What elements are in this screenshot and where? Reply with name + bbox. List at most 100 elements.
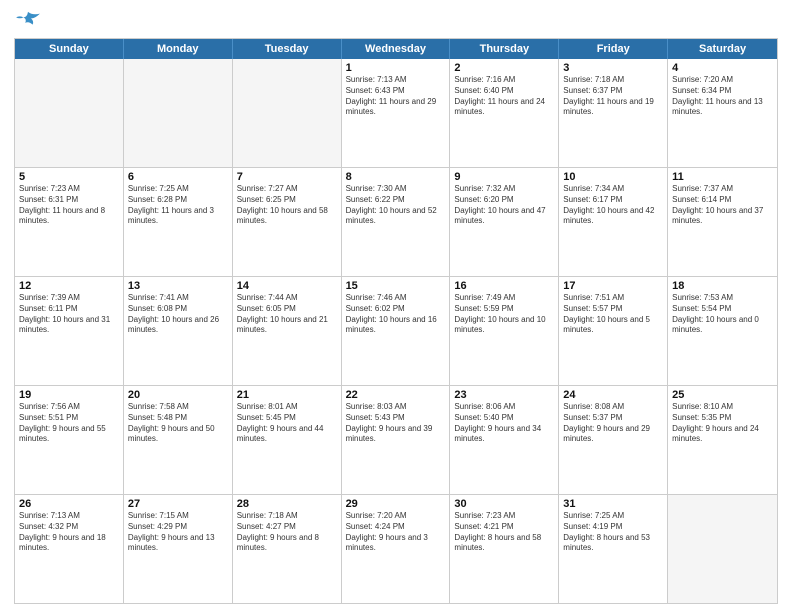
- day-number: 28: [237, 498, 337, 510]
- cal-cell: [124, 59, 233, 167]
- cell-sun-info: Sunrise: 7:23 AMSunset: 6:31 PMDaylight:…: [19, 184, 119, 227]
- cal-cell: 9Sunrise: 7:32 AMSunset: 6:20 PMDaylight…: [450, 168, 559, 276]
- week-row-2: 5Sunrise: 7:23 AMSunset: 6:31 PMDaylight…: [15, 168, 777, 277]
- cal-cell: [668, 495, 777, 603]
- cell-sun-info: Sunrise: 7:32 AMSunset: 6:20 PMDaylight:…: [454, 184, 554, 227]
- header-day-wednesday: Wednesday: [342, 39, 451, 59]
- cell-sun-info: Sunrise: 7:25 AMSunset: 4:19 PMDaylight:…: [563, 511, 663, 554]
- week-row-5: 26Sunrise: 7:13 AMSunset: 4:32 PMDayligh…: [15, 495, 777, 603]
- day-number: 22: [346, 389, 446, 401]
- day-number: 6: [128, 171, 228, 183]
- cell-sun-info: Sunrise: 7:20 AMSunset: 4:24 PMDaylight:…: [346, 511, 446, 554]
- cal-cell: 30Sunrise: 7:23 AMSunset: 4:21 PMDayligh…: [450, 495, 559, 603]
- logo: [14, 10, 46, 32]
- cal-cell: 8Sunrise: 7:30 AMSunset: 6:22 PMDaylight…: [342, 168, 451, 276]
- header-day-thursday: Thursday: [450, 39, 559, 59]
- day-number: 11: [672, 171, 773, 183]
- cell-sun-info: Sunrise: 7:25 AMSunset: 6:28 PMDaylight:…: [128, 184, 228, 227]
- header-day-monday: Monday: [124, 39, 233, 59]
- cell-sun-info: Sunrise: 7:20 AMSunset: 6:34 PMDaylight:…: [672, 75, 773, 118]
- day-number: 27: [128, 498, 228, 510]
- day-number: 19: [19, 389, 119, 401]
- cell-sun-info: Sunrise: 7:37 AMSunset: 6:14 PMDaylight:…: [672, 184, 773, 227]
- cell-sun-info: Sunrise: 7:15 AMSunset: 4:29 PMDaylight:…: [128, 511, 228, 554]
- cal-cell: 4Sunrise: 7:20 AMSunset: 6:34 PMDaylight…: [668, 59, 777, 167]
- cell-sun-info: Sunrise: 7:18 AMSunset: 6:37 PMDaylight:…: [563, 75, 663, 118]
- cal-cell: [233, 59, 342, 167]
- cal-cell: [15, 59, 124, 167]
- cell-sun-info: Sunrise: 7:34 AMSunset: 6:17 PMDaylight:…: [563, 184, 663, 227]
- cell-sun-info: Sunrise: 8:06 AMSunset: 5:40 PMDaylight:…: [454, 402, 554, 445]
- cal-cell: 11Sunrise: 7:37 AMSunset: 6:14 PMDayligh…: [668, 168, 777, 276]
- cell-sun-info: Sunrise: 8:08 AMSunset: 5:37 PMDaylight:…: [563, 402, 663, 445]
- cal-cell: 29Sunrise: 7:20 AMSunset: 4:24 PMDayligh…: [342, 495, 451, 603]
- day-number: 26: [19, 498, 119, 510]
- cal-cell: 20Sunrise: 7:58 AMSunset: 5:48 PMDayligh…: [124, 386, 233, 494]
- cal-cell: 26Sunrise: 7:13 AMSunset: 4:32 PMDayligh…: [15, 495, 124, 603]
- cell-sun-info: Sunrise: 7:53 AMSunset: 5:54 PMDaylight:…: [672, 293, 773, 336]
- cell-sun-info: Sunrise: 7:13 AMSunset: 4:32 PMDaylight:…: [19, 511, 119, 554]
- cal-cell: 23Sunrise: 8:06 AMSunset: 5:40 PMDayligh…: [450, 386, 559, 494]
- day-number: 8: [346, 171, 446, 183]
- cell-sun-info: Sunrise: 7:27 AMSunset: 6:25 PMDaylight:…: [237, 184, 337, 227]
- day-number: 24: [563, 389, 663, 401]
- day-number: 4: [672, 62, 773, 74]
- cell-sun-info: Sunrise: 7:18 AMSunset: 4:27 PMDaylight:…: [237, 511, 337, 554]
- cell-sun-info: Sunrise: 7:23 AMSunset: 4:21 PMDaylight:…: [454, 511, 554, 554]
- week-row-1: 1Sunrise: 7:13 AMSunset: 6:43 PMDaylight…: [15, 59, 777, 168]
- page: SundayMondayTuesdayWednesdayThursdayFrid…: [0, 0, 792, 612]
- calendar: SundayMondayTuesdayWednesdayThursdayFrid…: [14, 38, 778, 604]
- cal-cell: 25Sunrise: 8:10 AMSunset: 5:35 PMDayligh…: [668, 386, 777, 494]
- header-day-saturday: Saturday: [668, 39, 777, 59]
- day-number: 7: [237, 171, 337, 183]
- day-number: 29: [346, 498, 446, 510]
- day-number: 10: [563, 171, 663, 183]
- day-number: 9: [454, 171, 554, 183]
- cal-cell: 13Sunrise: 7:41 AMSunset: 6:08 PMDayligh…: [124, 277, 233, 385]
- day-number: 13: [128, 280, 228, 292]
- day-number: 31: [563, 498, 663, 510]
- cal-cell: 18Sunrise: 7:53 AMSunset: 5:54 PMDayligh…: [668, 277, 777, 385]
- cal-cell: 15Sunrise: 7:46 AMSunset: 6:02 PMDayligh…: [342, 277, 451, 385]
- cal-cell: 14Sunrise: 7:44 AMSunset: 6:05 PMDayligh…: [233, 277, 342, 385]
- cell-sun-info: Sunrise: 7:49 AMSunset: 5:59 PMDaylight:…: [454, 293, 554, 336]
- cal-cell: 22Sunrise: 8:03 AMSunset: 5:43 PMDayligh…: [342, 386, 451, 494]
- week-row-4: 19Sunrise: 7:56 AMSunset: 5:51 PMDayligh…: [15, 386, 777, 495]
- cal-cell: 1Sunrise: 7:13 AMSunset: 6:43 PMDaylight…: [342, 59, 451, 167]
- header-day-sunday: Sunday: [15, 39, 124, 59]
- cal-cell: 6Sunrise: 7:25 AMSunset: 6:28 PMDaylight…: [124, 168, 233, 276]
- cal-cell: 2Sunrise: 7:16 AMSunset: 6:40 PMDaylight…: [450, 59, 559, 167]
- calendar-body: 1Sunrise: 7:13 AMSunset: 6:43 PMDaylight…: [15, 59, 777, 603]
- cal-cell: 7Sunrise: 7:27 AMSunset: 6:25 PMDaylight…: [233, 168, 342, 276]
- day-number: 2: [454, 62, 554, 74]
- cal-cell: 24Sunrise: 8:08 AMSunset: 5:37 PMDayligh…: [559, 386, 668, 494]
- header-day-tuesday: Tuesday: [233, 39, 342, 59]
- day-number: 21: [237, 389, 337, 401]
- header-day-friday: Friday: [559, 39, 668, 59]
- cal-cell: 28Sunrise: 7:18 AMSunset: 4:27 PMDayligh…: [233, 495, 342, 603]
- cell-sun-info: Sunrise: 7:58 AMSunset: 5:48 PMDaylight:…: [128, 402, 228, 445]
- logo-icon: [14, 10, 42, 32]
- cell-sun-info: Sunrise: 8:01 AMSunset: 5:45 PMDaylight:…: [237, 402, 337, 445]
- cal-cell: 5Sunrise: 7:23 AMSunset: 6:31 PMDaylight…: [15, 168, 124, 276]
- day-number: 12: [19, 280, 119, 292]
- header: [14, 10, 778, 32]
- cal-cell: 27Sunrise: 7:15 AMSunset: 4:29 PMDayligh…: [124, 495, 233, 603]
- day-number: 23: [454, 389, 554, 401]
- day-number: 17: [563, 280, 663, 292]
- cell-sun-info: Sunrise: 7:39 AMSunset: 6:11 PMDaylight:…: [19, 293, 119, 336]
- day-number: 1: [346, 62, 446, 74]
- cal-cell: 10Sunrise: 7:34 AMSunset: 6:17 PMDayligh…: [559, 168, 668, 276]
- cal-cell: 31Sunrise: 7:25 AMSunset: 4:19 PMDayligh…: [559, 495, 668, 603]
- cell-sun-info: Sunrise: 7:13 AMSunset: 6:43 PMDaylight:…: [346, 75, 446, 118]
- calendar-header: SundayMondayTuesdayWednesdayThursdayFrid…: [15, 39, 777, 59]
- cell-sun-info: Sunrise: 7:41 AMSunset: 6:08 PMDaylight:…: [128, 293, 228, 336]
- cell-sun-info: Sunrise: 8:03 AMSunset: 5:43 PMDaylight:…: [346, 402, 446, 445]
- cell-sun-info: Sunrise: 7:16 AMSunset: 6:40 PMDaylight:…: [454, 75, 554, 118]
- day-number: 25: [672, 389, 773, 401]
- cal-cell: 19Sunrise: 7:56 AMSunset: 5:51 PMDayligh…: [15, 386, 124, 494]
- day-number: 20: [128, 389, 228, 401]
- cal-cell: 17Sunrise: 7:51 AMSunset: 5:57 PMDayligh…: [559, 277, 668, 385]
- cal-cell: 3Sunrise: 7:18 AMSunset: 6:37 PMDaylight…: [559, 59, 668, 167]
- cell-sun-info: Sunrise: 7:46 AMSunset: 6:02 PMDaylight:…: [346, 293, 446, 336]
